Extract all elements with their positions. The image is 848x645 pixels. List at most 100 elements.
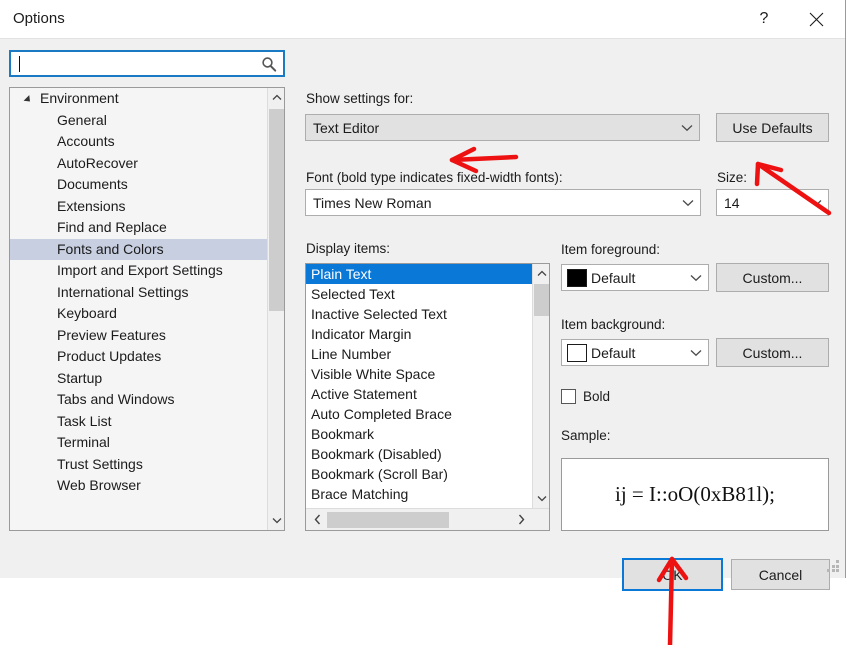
tree-item-documents[interactable]: Documents (10, 174, 284, 196)
tree-item-keyboard[interactable]: Keyboard (10, 303, 284, 325)
tree-item-web-browser[interactable]: Web Browser (10, 475, 284, 497)
tree-item-tabs-and-windows[interactable]: Tabs and Windows (10, 389, 284, 411)
show-settings-for-dropdown[interactable]: Text Editor (305, 114, 700, 141)
search-icon[interactable] (260, 56, 278, 74)
font-dropdown[interactable]: Times New Roman (305, 189, 701, 216)
options-dialog: Options ? Environment General Accounts Auto… (0, 0, 846, 591)
use-defaults-button[interactable]: Use Defaults (716, 113, 829, 142)
display-item[interactable]: Bookmark (Scroll Bar) (306, 464, 532, 484)
display-item[interactable]: Auto Completed Brace (306, 404, 532, 424)
sample-preview: ij = I::oO(0xB81l); (561, 458, 829, 531)
use-defaults-label: Use Defaults (732, 119, 813, 136)
bold-checkbox-label: Bold (583, 389, 611, 404)
size-label: Size: (717, 170, 748, 185)
chevron-right-icon[interactable] (511, 509, 531, 530)
tree-item-international-settings[interactable]: International Settings (10, 282, 284, 304)
scrollbar-thumb[interactable] (327, 512, 449, 528)
tree-item-general[interactable]: General (10, 110, 284, 132)
display-item[interactable]: Indicator Margin (306, 324, 532, 344)
color-swatch (567, 343, 587, 362)
resize-grip-icon[interactable] (827, 560, 840, 573)
cancel-label: Cancel (758, 566, 803, 583)
scrollbar-thumb[interactable] (534, 284, 549, 316)
text-caret (19, 56, 20, 72)
chevron-down-icon[interactable] (533, 490, 549, 507)
search-input[interactable] (9, 50, 285, 77)
sample-text: ij = I::oO(0xB81l); (614, 482, 775, 506)
tree-vertical-scrollbar[interactable] (267, 88, 284, 530)
display-item[interactable]: Selected Text (306, 284, 532, 304)
display-item[interactable]: Plain Text (306, 264, 532, 284)
background-custom-button[interactable]: Custom... (716, 338, 829, 367)
window-title: Options (13, 10, 65, 27)
tree-item-label: Terminal (57, 434, 110, 450)
tree-item-terminal[interactable]: Terminal (10, 432, 284, 454)
color-swatch (567, 268, 587, 287)
tree-item-fonts-and-colors[interactable]: Fonts and Colors (10, 238, 284, 260)
display-items-label: Display items: (306, 241, 391, 256)
help-icon[interactable]: ? (741, 0, 787, 38)
display-item[interactable]: Brace Matching (306, 484, 532, 504)
tree-item-extensions[interactable]: Extensions (10, 196, 284, 218)
tree-item-startup[interactable]: Startup (10, 368, 284, 390)
bold-checkbox[interactable]: Bold (561, 389, 610, 404)
chevron-down-icon (804, 199, 828, 207)
item-foreground-dropdown[interactable]: Default (561, 264, 709, 291)
display-item[interactable]: Line Number (306, 344, 532, 364)
tree-item-accounts[interactable]: Accounts (10, 131, 284, 153)
dialog-body: Environment General Accounts AutoRecover Doc… (0, 38, 845, 591)
chevron-left-icon[interactable] (307, 509, 327, 530)
expander-triangle-icon[interactable] (23, 95, 33, 105)
ok-button[interactable]: OK (622, 558, 723, 591)
display-item[interactable]: Bookmark (306, 424, 532, 444)
checkbox-box[interactable] (561, 389, 576, 404)
chevron-down-icon (684, 274, 708, 282)
chevron-down-icon (684, 349, 708, 357)
tree-item-import-and-export-settings[interactable]: Import and Export Settings (10, 260, 284, 282)
size-dropdown[interactable]: 14 (716, 189, 829, 216)
tree-item-label: Web Browser (57, 477, 141, 493)
ok-label: OK (662, 566, 683, 583)
tree-item-find-and-replace[interactable]: Find and Replace (10, 217, 284, 239)
tree-item-task-list[interactable]: Task List (10, 411, 284, 433)
tree-item-autorecover[interactable]: AutoRecover (10, 153, 284, 175)
item-foreground-label: Item foreground: (561, 242, 661, 257)
tree-item-label: Find and Replace (57, 219, 167, 235)
display-items-horizontal-scrollbar[interactable] (306, 508, 549, 530)
show-settings-label: Show settings for: (306, 91, 414, 106)
cancel-button[interactable]: Cancel (731, 559, 830, 590)
tree-item-label: Documents (57, 176, 128, 192)
title-bar: Options ? (0, 0, 845, 38)
tree-item-product-updates[interactable]: Product Updates (10, 346, 284, 368)
size-value: 14 (724, 194, 740, 211)
tree-item-environment[interactable]: Environment (10, 88, 284, 110)
chevron-up-icon[interactable] (268, 89, 284, 106)
tree-item-label: Keyboard (57, 305, 117, 321)
tree-item-label: Trust Settings (57, 455, 143, 472)
display-item[interactable]: Visible White Space (306, 364, 532, 384)
chevron-up-icon[interactable] (533, 265, 549, 282)
tree-item-label: Environment (40, 90, 119, 106)
tree-item-preview-features[interactable]: Preview Features (10, 325, 284, 347)
display-item[interactable]: Bookmark (Disabled) (306, 444, 532, 464)
close-icon[interactable] (793, 0, 839, 38)
display-item[interactable]: Active Statement (306, 384, 532, 404)
display-items-list[interactable]: Plain Text Selected Text Inactive Selected… (305, 263, 550, 531)
font-label: Font (bold type indicates fixed-width fo… (306, 170, 563, 185)
chevron-down-icon[interactable] (268, 512, 284, 529)
settings-tree[interactable]: Environment General Accounts AutoRecover Doc… (9, 87, 285, 531)
display-item[interactable]: Inactive Selected Text (306, 304, 532, 324)
tree-item-trust-settings[interactable]: Trust Settings (10, 454, 284, 476)
scrollbar-thumb[interactable] (269, 109, 284, 311)
foreground-custom-button[interactable]: Custom... (716, 263, 829, 292)
tree-item-label: Startup (57, 369, 103, 386)
tree-item-label: Accounts (57, 133, 115, 149)
tree-item-label: AutoRecover (57, 154, 138, 171)
tree-item-label: Product Updates (57, 348, 162, 364)
foreground-custom-label: Custom... (742, 269, 803, 286)
tree-item-label: Tabs and Windows (57, 391, 175, 407)
item-background-label: Item background: (561, 317, 666, 332)
item-background-dropdown[interactable]: Default (561, 339, 709, 366)
display-items-vertical-scrollbar[interactable] (532, 264, 549, 508)
sample-label: Sample: (561, 428, 611, 443)
